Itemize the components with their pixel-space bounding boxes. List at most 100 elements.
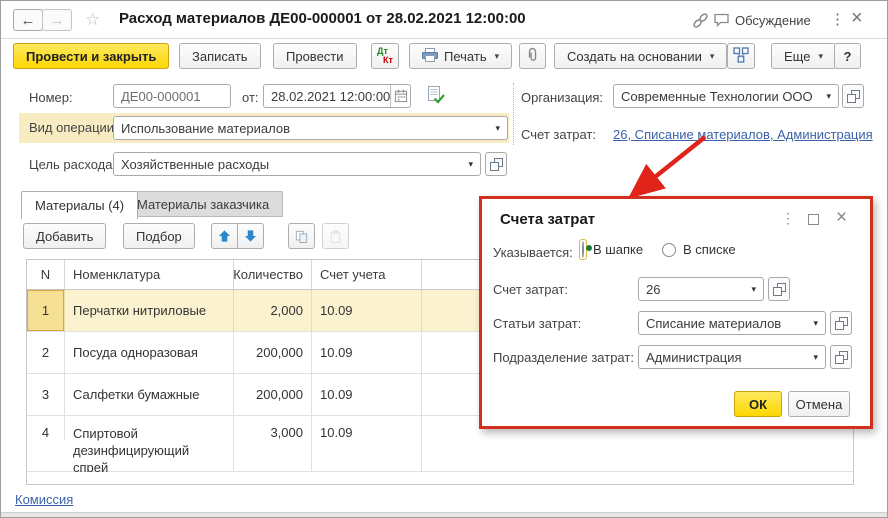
dlg-cost-item-select[interactable]: Списание материалов ▾ bbox=[638, 311, 826, 335]
related-structure-icon bbox=[733, 47, 749, 66]
move-up-button[interactable] bbox=[211, 223, 238, 249]
chevron-down-icon: ▾ bbox=[495, 51, 500, 62]
radio-in-list[interactable]: В списке bbox=[662, 242, 736, 257]
dtkt-button[interactable]: ДтКт bbox=[371, 43, 399, 69]
dialog-ok-button[interactable]: ОК bbox=[734, 391, 782, 417]
number-input[interactable]: ДЕ00-000001 bbox=[113, 84, 231, 108]
dropdown-arrow-icon[interactable]: ▾ bbox=[809, 318, 818, 329]
more-button[interactable]: Еще▾ bbox=[771, 43, 836, 69]
favorite-star-icon[interactable]: ☆ bbox=[85, 10, 100, 30]
related-documents-button[interactable] bbox=[727, 43, 755, 69]
dlg-cost-item-label: Статьи затрат: bbox=[493, 316, 581, 331]
dtkt-icon: ДтКт bbox=[377, 47, 393, 65]
help-button[interactable]: ? bbox=[834, 43, 861, 69]
paste-button[interactable] bbox=[322, 223, 349, 249]
commission-link[interactable]: Комиссия bbox=[15, 492, 73, 507]
radio-in-list-label: В списке bbox=[683, 242, 736, 257]
post-and-close-button[interactable]: Провести и закрыть bbox=[13, 43, 169, 69]
pick-button[interactable]: Подбор bbox=[123, 223, 195, 249]
form-column-divider bbox=[513, 83, 514, 145]
window-bottom-edge bbox=[1, 512, 887, 517]
operation-label: Вид операции: bbox=[29, 120, 118, 135]
discussion-icon[interactable] bbox=[713, 12, 731, 31]
specified-label: Указывается: bbox=[493, 245, 573, 260]
dlg-department-open-button[interactable] bbox=[830, 345, 852, 369]
title-bar: ← → ☆ Расход материалов ДЕ00-000001 от 2… bbox=[1, 1, 887, 39]
dlg-cost-account-label: Счет затрат: bbox=[493, 282, 568, 297]
number-label: Номер: bbox=[29, 90, 73, 105]
radio-in-header[interactable]: В шапке bbox=[579, 239, 643, 260]
organization-open-button[interactable] bbox=[842, 84, 864, 108]
close-icon[interactable]: × bbox=[851, 7, 863, 30]
save-button[interactable]: Записать bbox=[179, 43, 261, 69]
dialog-close-icon[interactable]: × bbox=[836, 207, 847, 229]
document-posted-icon[interactable] bbox=[425, 85, 445, 108]
dialog-maximize-icon[interactable] bbox=[808, 214, 819, 225]
radio-unchecked-icon bbox=[662, 243, 676, 257]
printer-icon bbox=[422, 48, 438, 65]
forward-arrow-icon: → bbox=[50, 12, 65, 29]
date-prefix-label: от: bbox=[242, 90, 259, 105]
col-header-n[interactable]: N bbox=[27, 260, 65, 289]
move-up-icon bbox=[218, 229, 231, 243]
radio-in-header-label: В шапке bbox=[593, 242, 643, 257]
cost-account-link[interactable]: 26, Списание материалов, Администрация bbox=[613, 127, 873, 142]
dlg-department-label: Подразделение затрат: bbox=[493, 350, 634, 365]
page-title: Расход материалов ДЕ00-000001 от 28.02.2… bbox=[119, 10, 526, 27]
cost-accounts-dialog: Счета затрат ⋮ × Указывается: В шапке В … bbox=[479, 196, 873, 429]
paperclip-icon bbox=[526, 47, 539, 66]
radio-checked-icon bbox=[582, 241, 584, 258]
focus-ring bbox=[579, 239, 587, 260]
dropdown-arrow-icon[interactable]: ▾ bbox=[809, 352, 818, 363]
col-header-nomenclature[interactable]: Номенклатура bbox=[65, 260, 234, 289]
app-window: ← → ☆ Расход материалов ДЕ00-000001 от 2… bbox=[0, 0, 888, 518]
dropdown-arrow-icon[interactable]: ▾ bbox=[464, 159, 473, 170]
dlg-cost-item-open-button[interactable] bbox=[830, 311, 852, 335]
print-button[interactable]: Печать▾ bbox=[409, 43, 512, 69]
dlg-cost-account-open-button[interactable] bbox=[768, 277, 790, 301]
open-form-icon bbox=[834, 316, 849, 331]
dlg-department-select[interactable]: Администрация ▾ bbox=[638, 345, 826, 369]
dropdown-arrow-icon[interactable]: ▾ bbox=[747, 284, 756, 295]
chevron-down-icon: ▾ bbox=[818, 51, 823, 62]
dialog-cancel-button[interactable]: Отмена bbox=[788, 391, 850, 417]
dropdown-arrow-icon[interactable]: ▾ bbox=[491, 123, 500, 134]
col-header-quantity[interactable]: Количество bbox=[234, 260, 312, 289]
dialog-title: Счета затрат bbox=[500, 211, 595, 228]
discussion-button[interactable]: Обсуждение bbox=[735, 13, 811, 28]
purpose-select[interactable]: Хозяйственные расходы ▾ bbox=[113, 152, 481, 176]
dialog-menu-dots-icon[interactable]: ⋮ bbox=[781, 210, 795, 227]
organization-select[interactable]: Современные Технологии ООО ▾ bbox=[613, 84, 839, 108]
operation-select[interactable]: Использование материалов ▾ bbox=[113, 116, 508, 140]
calendar-icon[interactable] bbox=[390, 85, 410, 107]
add-row-button[interactable]: Добавить bbox=[23, 223, 106, 249]
copy-icon bbox=[295, 229, 308, 244]
move-down-icon bbox=[244, 229, 257, 243]
tab-customer-materials[interactable]: Материалы заказчика bbox=[123, 191, 283, 217]
open-form-icon bbox=[834, 350, 849, 365]
organization-label: Организация: bbox=[521, 90, 603, 105]
copy-button[interactable] bbox=[288, 223, 315, 249]
tab-materials[interactable]: Материалы (4) bbox=[21, 191, 138, 219]
open-form-icon bbox=[846, 89, 861, 104]
open-form-icon bbox=[489, 157, 504, 172]
attachments-button[interactable] bbox=[519, 43, 546, 69]
dlg-cost-account-select[interactable]: 26 ▾ bbox=[638, 277, 764, 301]
link-icon[interactable] bbox=[692, 12, 709, 32]
create-based-on-button[interactable]: Создать на основании▾ bbox=[554, 43, 727, 69]
col-header-account[interactable]: Счет учета bbox=[312, 260, 422, 289]
chevron-down-icon: ▾ bbox=[710, 51, 715, 62]
back-arrow-icon: ← bbox=[21, 12, 36, 29]
menu-dots-icon[interactable]: ⋮ bbox=[830, 10, 845, 28]
open-form-icon bbox=[772, 282, 787, 297]
date-input[interactable]: 28.02.2021 12:00:00 bbox=[263, 84, 411, 108]
paste-icon bbox=[329, 229, 342, 244]
move-down-button[interactable] bbox=[237, 223, 264, 249]
cost-account-label: Счет затрат: bbox=[521, 127, 596, 142]
purpose-open-button[interactable] bbox=[485, 152, 507, 176]
nav-forward-button[interactable]: → bbox=[42, 9, 72, 31]
post-button[interactable]: Провести bbox=[273, 43, 357, 69]
nav-back-button[interactable]: ← bbox=[13, 9, 43, 31]
purpose-label: Цель расхода: bbox=[29, 157, 116, 172]
dropdown-arrow-icon[interactable]: ▾ bbox=[822, 91, 831, 102]
